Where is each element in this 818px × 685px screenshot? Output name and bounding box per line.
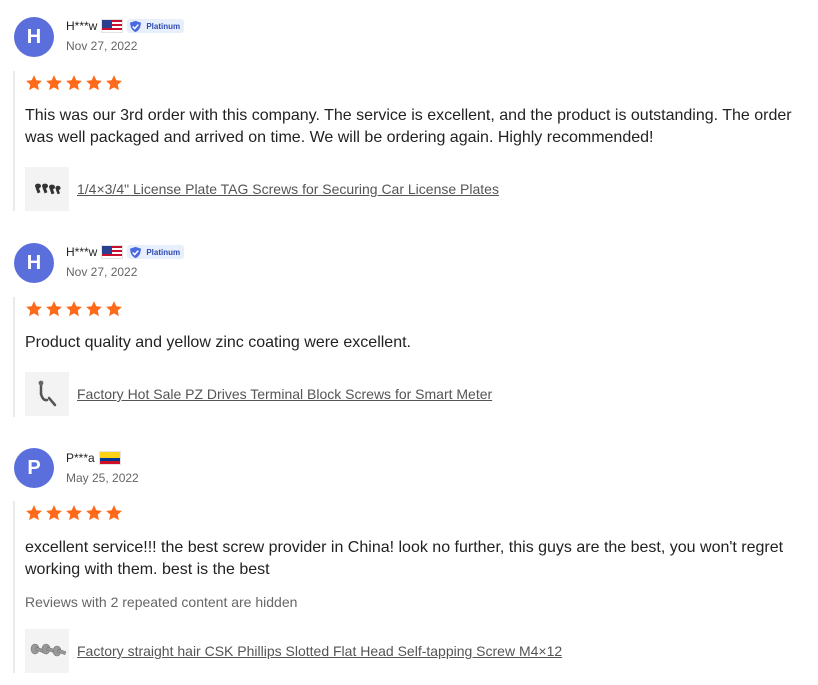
review-date: Nov 27, 2022 xyxy=(66,265,138,279)
review-text: This was our 3rd order with this company… xyxy=(25,107,792,146)
review-body: This was our 3rd order with this company… xyxy=(13,71,813,211)
reviewer-name: P***a xyxy=(66,451,95,465)
star-icon xyxy=(86,301,102,317)
reviewer-name: H***w xyxy=(66,245,98,259)
reviewer-row: P***a xyxy=(66,450,121,466)
star-rating xyxy=(25,74,123,92)
avatar: H xyxy=(14,17,54,57)
star-icon xyxy=(66,505,82,521)
product-link[interactable]: Factory straight hair CSK Phillips Slott… xyxy=(77,643,562,659)
star-icon xyxy=(106,301,122,317)
star-icon xyxy=(86,75,102,91)
product-link-row[interactable]: 1/4×3/4" License Plate TAG Screws for Se… xyxy=(25,167,499,211)
reviewer-row: H***w Platinum xyxy=(66,244,185,260)
avatar: P xyxy=(14,448,54,488)
review-body: Product quality and yellow zinc coating … xyxy=(13,297,813,417)
star-icon xyxy=(46,301,62,317)
star-icon xyxy=(86,505,102,521)
flat-head-screws-image-icon xyxy=(30,643,67,657)
verified-shield-icon xyxy=(130,246,142,258)
product-thumbnail[interactable] xyxy=(25,372,69,416)
avatar: H xyxy=(14,243,54,283)
star-icon xyxy=(26,505,42,521)
review-date: May 25, 2022 xyxy=(66,471,139,485)
product-link-row[interactable]: Factory straight hair CSK Phillips Slott… xyxy=(25,629,562,673)
hidden-reviews-note: Reviews with 2 repeated content are hidd… xyxy=(25,594,298,610)
reviewer-row: H***w Platinum xyxy=(66,18,185,34)
star-icon xyxy=(46,75,62,91)
product-thumbnail[interactable] xyxy=(25,629,69,673)
product-link[interactable]: 1/4×3/4" License Plate TAG Screws for Se… xyxy=(77,181,499,197)
product-link[interactable]: Factory Hot Sale PZ Drives Terminal Bloc… xyxy=(77,386,492,402)
star-icon xyxy=(26,75,42,91)
screws-image-icon xyxy=(35,183,61,195)
star-icon xyxy=(106,75,122,91)
terminal-screw-image-icon xyxy=(38,380,57,407)
review-text: Product quality and yellow zinc coating … xyxy=(25,334,411,351)
platinum-badge: Platinum xyxy=(127,19,185,33)
star-icon xyxy=(26,301,42,317)
reviewer-name: H***w xyxy=(66,19,98,33)
review-body: excellent service!!! the best screw prov… xyxy=(13,501,813,673)
us-flag-icon xyxy=(101,245,124,259)
star-icon xyxy=(66,75,82,91)
review-date: Nov 27, 2022 xyxy=(66,39,138,53)
star-rating xyxy=(25,300,123,318)
star-icon xyxy=(66,301,82,317)
star-rating xyxy=(25,504,123,522)
verified-shield-icon xyxy=(130,20,142,32)
product-thumbnail[interactable] xyxy=(25,167,69,211)
product-link-row[interactable]: Factory Hot Sale PZ Drives Terminal Bloc… xyxy=(25,372,492,416)
colombia-flag-icon xyxy=(98,451,121,465)
us-flag-icon xyxy=(101,19,124,33)
star-icon xyxy=(46,505,62,521)
review-text: excellent service!!! the best screw prov… xyxy=(25,539,784,578)
star-icon xyxy=(106,505,122,521)
platinum-badge: Platinum xyxy=(127,245,185,259)
